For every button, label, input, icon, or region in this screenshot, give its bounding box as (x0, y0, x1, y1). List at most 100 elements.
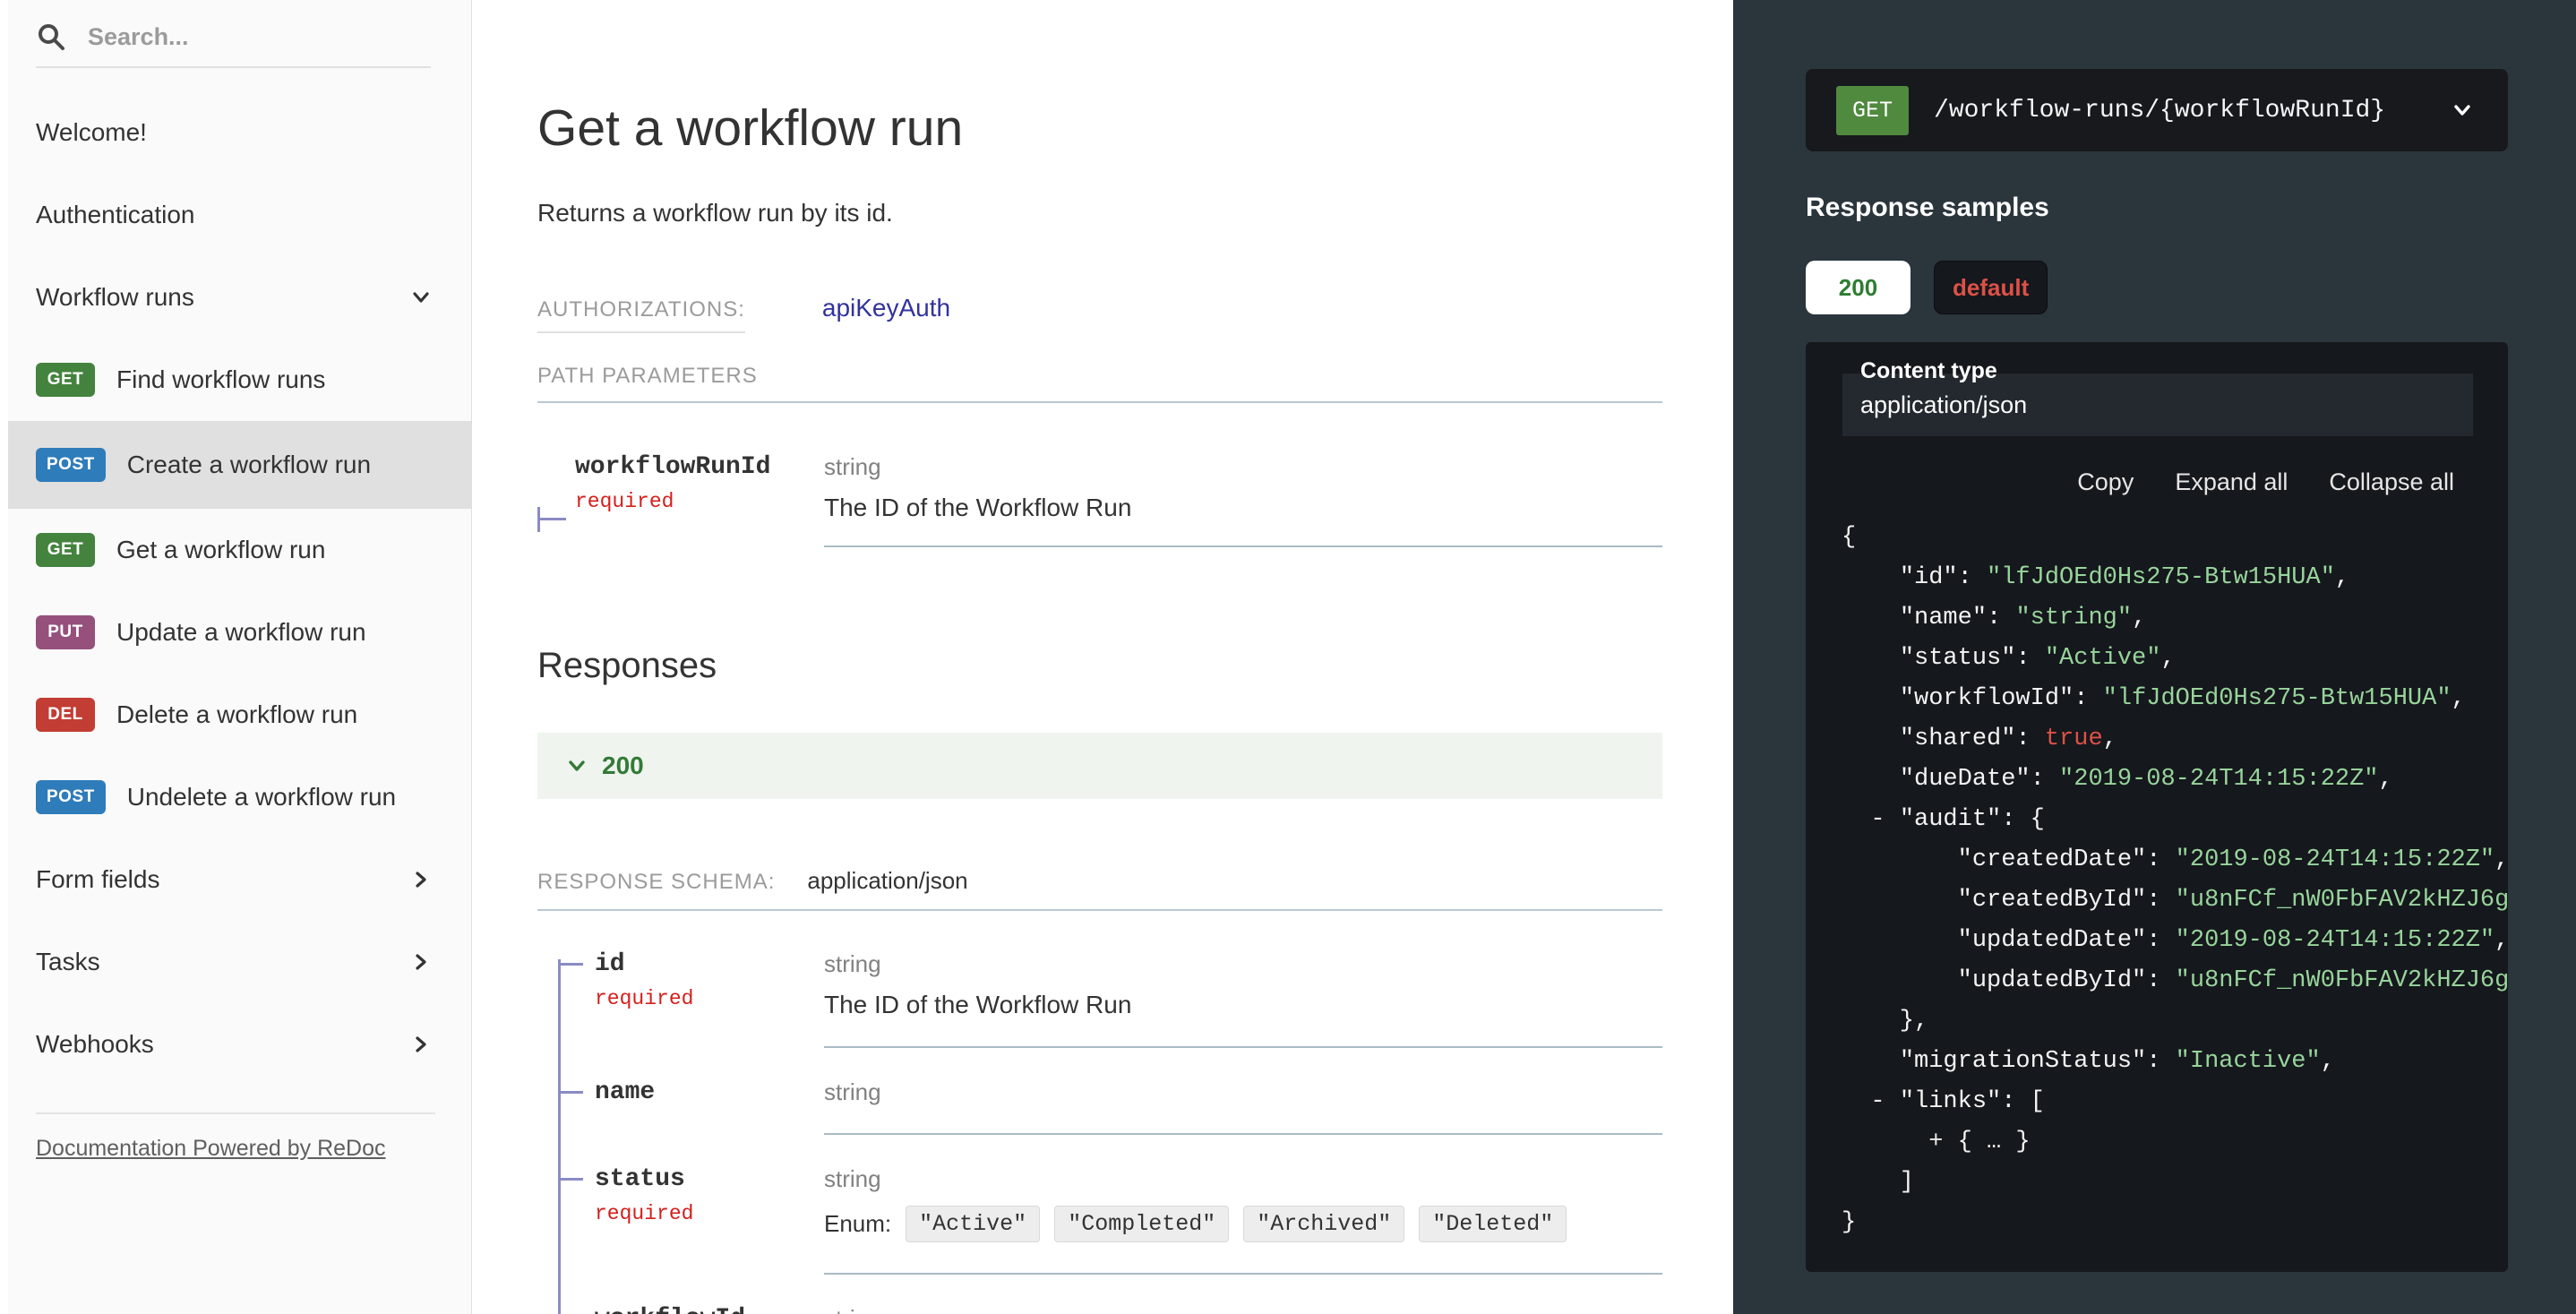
json-code-line: "id": "lfJdOEd0Hs275-Btw15HUA", (1842, 558, 2508, 598)
http-method-badge: POST (36, 448, 106, 482)
json-code-line: "dueDate": "2019-08-24T14:15:22Z", (1842, 760, 2508, 800)
param-tree-connector: workflowRunId required (537, 453, 824, 547)
json-token: "2019-08-24T14:15:22Z" (2176, 846, 2494, 873)
collapse-toggle-icon[interactable]: - (1870, 806, 1899, 833)
json-token: "dueDate" (1900, 766, 2031, 793)
json-token: : (2146, 887, 2175, 914)
sidebar-item-welcome[interactable]: Welcome! (0, 91, 471, 174)
sidebar-item-label: Update a workflow run (116, 618, 435, 647)
field-name: workflowId (595, 1305, 824, 1314)
expand-all-button[interactable]: Expand all (2175, 468, 2288, 496)
json-code-line: ] (1842, 1163, 2508, 1203)
json-code-line: "name": "string", (1842, 598, 2508, 639)
response-schema-type: application/json (807, 867, 967, 895)
sidebar-item-authentication[interactable]: Authentication (0, 174, 471, 256)
json-token: "audit" (1900, 806, 2001, 833)
json-token: "id" (1900, 564, 1958, 591)
json-token: , (2160, 645, 2175, 672)
sidebar-item-tasks[interactable]: Tasks (0, 921, 471, 1003)
content-type-label: Content type (1860, 358, 2473, 384)
json-token: "updatedDate" (1958, 927, 2147, 954)
json-token: "updatedById" (1958, 967, 2147, 994)
json-token: "2019-08-24T14:15:22Z" (2176, 927, 2494, 954)
json-token: , (2132, 605, 2146, 631)
json-token: true (2045, 726, 2103, 752)
path-parameters-header: PATH PARAMETERS (537, 364, 1662, 403)
json-token: , (2321, 1048, 2335, 1075)
sidebar-item-workflow-runs[interactable]: Workflow runs (0, 256, 471, 339)
json-sample: { "id": "lfJdOEd0Hs275-Btw15HUA", "name"… (1842, 518, 2508, 1243)
param-name: workflowRunId (575, 453, 824, 481)
auth-scheme-link[interactable]: apiKeyAuth (822, 294, 950, 322)
schema-field-row-id: id required string The ID of the Workflo… (537, 950, 1662, 1048)
endpoint-dropdown[interactable]: GET /workflow-runs/{workflowRunId} (1806, 69, 2508, 151)
json-token: "2019-08-24T14:15:22Z" (2059, 766, 2378, 793)
param-required-flag: required (575, 490, 824, 513)
http-method-badge: GET (36, 363, 95, 397)
search-input[interactable] (86, 22, 408, 52)
copy-button[interactable]: Copy (2077, 468, 2134, 496)
sidebar-item-label: Form fields (36, 865, 407, 894)
tab-200[interactable]: 200 (1806, 261, 1911, 314)
redoc-attribution-link[interactable]: Documentation Powered by ReDoc (36, 1136, 385, 1161)
json-token: : (2074, 685, 2102, 712)
sidebar-item-delete-workflow-run[interactable]: DEL Delete a workflow run (0, 674, 471, 756)
json-token: : (2031, 766, 2059, 793)
sidebar-item-get-workflow-run[interactable]: GET Get a workflow run (0, 509, 471, 591)
json-token (1842, 1048, 1900, 1075)
sidebar-item-webhooks[interactable]: Webhooks (0, 1003, 471, 1086)
json-token (1842, 927, 1958, 954)
sample-actions: Copy Expand all Collapse all (1806, 468, 2454, 496)
responses-heading: Responses (537, 646, 1662, 686)
sidebar-item-label: Welcome! (36, 118, 435, 147)
field-name: name (595, 1078, 824, 1106)
response-200-toggle[interactable]: 200 (537, 733, 1662, 799)
search-icon (36, 21, 66, 52)
json-token: "Inactive" (2176, 1048, 2321, 1075)
chevron-down-icon (2447, 95, 2477, 125)
json-token: : (2146, 1048, 2175, 1075)
json-token: : (2146, 846, 2175, 873)
json-code-line: "status": "Active", (1842, 639, 2508, 679)
json-token (1842, 564, 1900, 591)
json-token (1842, 685, 1900, 712)
response-schema-header: RESPONSE SCHEMA: application/json (537, 867, 1662, 911)
field-name: id (595, 950, 824, 978)
sidebar-item-undelete-workflow-run[interactable]: POST Undelete a workflow run (0, 756, 471, 838)
chevron-right-icon (407, 865, 435, 894)
field-type: string (824, 1078, 1662, 1106)
json-token (1842, 1088, 1870, 1115)
collapse-toggle-icon[interactable]: + (1928, 1129, 1957, 1155)
collapse-all-button[interactable]: Collapse all (2329, 468, 2454, 496)
enum-value: "Completed" (1054, 1206, 1229, 1242)
json-code-line: "workflowId": "lfJdOEd0Hs275-Btw15HUA", (1842, 679, 2508, 719)
http-method-badge: POST (36, 780, 106, 814)
field-type: string (824, 1305, 1662, 1314)
sidebar-item-label: Get a workflow run (116, 536, 435, 564)
sidebar-item-label: Find workflow runs (116, 365, 435, 394)
json-code-line: - "audit": { (1842, 800, 2508, 840)
tab-default[interactable]: default (1934, 261, 2048, 314)
main-content: Get a workflow run Returns a workflow ru… (473, 0, 1733, 1314)
json-token: , (2103, 726, 2117, 752)
sidebar-item-update-workflow-run[interactable]: PUT Update a workflow run (0, 591, 471, 674)
json-code-line: "shared": true, (1842, 719, 2508, 760)
sidebar-item-create-workflow-run[interactable]: POST Create a workflow run (0, 421, 471, 509)
sample-tabs: 200 default (1806, 261, 2508, 314)
sidebar-item-label: Tasks (36, 948, 407, 976)
schema-field-row-name: name string (537, 1078, 1662, 1135)
json-token: "lfJdOEd0Hs275-Btw15HUA" (2103, 685, 2451, 712)
field-description: The ID of the Workflow Run (824, 991, 1662, 1019)
sidebar-item-label: Authentication (36, 201, 435, 229)
collapse-toggle-icon[interactable]: - (1870, 1088, 1899, 1115)
chevron-right-icon (407, 1030, 435, 1059)
response-samples-title: Response samples (1806, 193, 2508, 223)
http-method-badge: DEL (36, 698, 95, 732)
sidebar-item-form-fields[interactable]: Form fields (0, 838, 471, 921)
search-box[interactable] (36, 21, 431, 68)
json-token: "workflowId" (1900, 685, 2074, 712)
response-code: 200 (602, 751, 644, 780)
sidebar-item-find-workflow-runs[interactable]: GET Find workflow runs (0, 339, 471, 421)
response-schema-label: RESPONSE SCHEMA: (537, 870, 775, 895)
http-method-badge: GET (1836, 86, 1909, 135)
